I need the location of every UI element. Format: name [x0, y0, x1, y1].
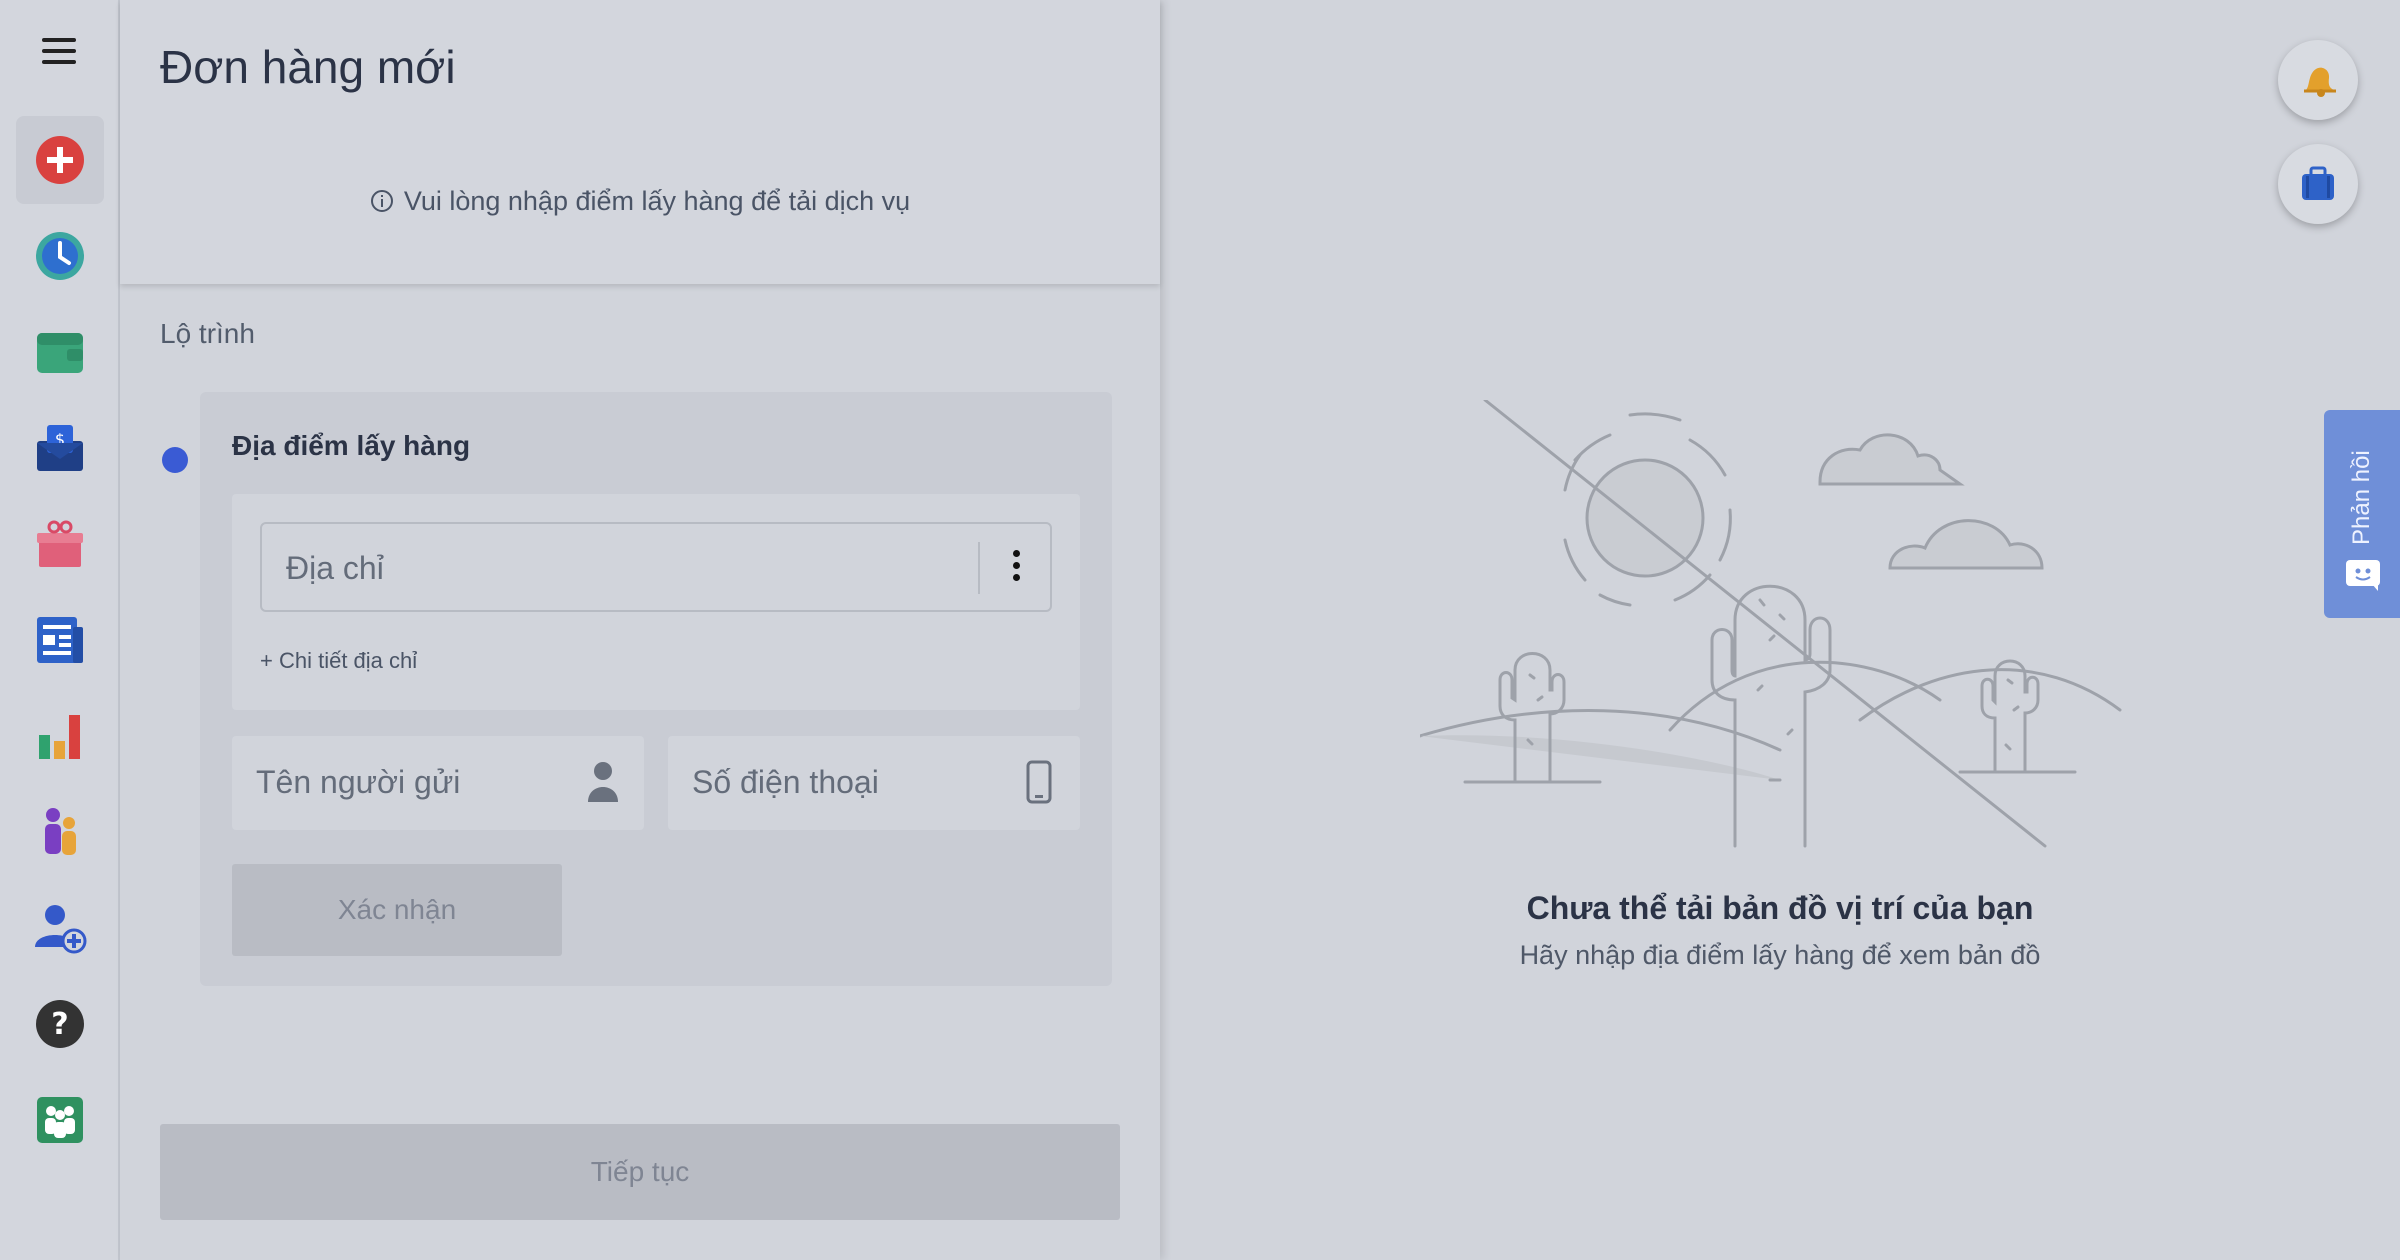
sidebar-item-payment[interactable]: $ [16, 404, 104, 492]
svg-text:?: ? [51, 1007, 68, 1042]
address-box: Địa chỉ + Chi tiết địa chỉ [232, 494, 1080, 710]
sidebar-item-statistics[interactable] [16, 692, 104, 780]
people-icon [45, 808, 76, 855]
feedback-tab[interactable]: Phản hồi [2324, 410, 2400, 618]
service-notice: Vui lòng nhập điểm lấy hàng để tải dịch … [120, 186, 1160, 217]
order-panel: Đơn hàng mới Vui lòng nhập điểm lấy hàng… [120, 0, 1160, 1260]
sidebar: $ ? [0, 0, 120, 1260]
sender-name-input[interactable]: Tên người gửi [232, 736, 644, 830]
bell-icon [2304, 67, 2336, 97]
page-title: Đơn hàng mới [160, 41, 456, 93]
pickup-title: Địa điểm lấy hàng [232, 430, 471, 461]
route-label: Lộ trình [160, 318, 255, 349]
wallet-icon [37, 333, 83, 373]
sidebar-item-add-user[interactable] [16, 884, 104, 972]
confirm-button[interactable]: Xác nhận [232, 864, 562, 956]
money-envelope-icon: $ [37, 425, 83, 471]
person-icon [588, 762, 618, 802]
help-icon: ? [36, 1000, 84, 1048]
briefcase-icon [2302, 166, 2334, 200]
input-divider [978, 542, 980, 594]
team-icon [37, 1097, 83, 1143]
pickup-card: Địa điểm lấy hàng Địa chỉ + Chi tiết địa… [200, 392, 1112, 986]
notification-button[interactable] [2278, 40, 2358, 120]
pickup-marker-dot [162, 447, 188, 473]
phone-placeholder: Số điện thoại [692, 764, 879, 800]
info-icon [370, 190, 393, 212]
bar-chart-icon [39, 715, 80, 759]
clock-icon [36, 232, 84, 280]
sidebar-item-new-order[interactable] [16, 116, 104, 204]
sidebar-item-wallet[interactable] [16, 308, 104, 396]
map-error-title: Chưa thể tải bản đồ vị trí của bạn [1526, 890, 2034, 926]
gift-icon [37, 520, 83, 567]
address-input[interactable]: Địa chỉ [260, 522, 1052, 612]
sidebar-item-gift[interactable] [16, 500, 104, 588]
empty-map-illustration [1420, 400, 2122, 848]
phone-icon [1026, 760, 1052, 804]
sidebar-item-help[interactable]: ? [16, 980, 104, 1068]
panel-header: Đơn hàng mới Vui lòng nhập điểm lấy hàng… [120, 0, 1160, 284]
chat-icon [2346, 560, 2380, 591]
address-detail-link[interactable]: + Chi tiết địa chỉ [260, 648, 417, 674]
continue-button[interactable]: Tiếp tục [160, 1124, 1120, 1220]
plus-circle-icon [36, 136, 84, 184]
sender-placeholder: Tên người gửi [256, 764, 461, 800]
map-error-subtitle: Hãy nhập địa điểm lấy hàng để xem bản đồ [1519, 940, 2041, 970]
news-icon [37, 617, 83, 663]
menu-icon[interactable] [42, 38, 76, 70]
address-placeholder: Địa chỉ [286, 550, 384, 586]
sidebar-item-history[interactable] [16, 212, 104, 300]
sidebar-item-team[interactable] [16, 1076, 104, 1164]
orders-bag-button[interactable] [2278, 144, 2358, 224]
add-user-icon [35, 905, 87, 954]
sidebar-item-members[interactable] [16, 788, 104, 876]
feedback-label: Phản hồi [2348, 450, 2375, 546]
phone-input[interactable]: Số điện thoại [668, 736, 1080, 830]
more-options-icon[interactable] [1004, 550, 1028, 588]
notice-text: Vui lòng nhập điểm lấy hàng để tải dịch … [403, 186, 911, 216]
sidebar-item-news[interactable] [16, 596, 104, 684]
